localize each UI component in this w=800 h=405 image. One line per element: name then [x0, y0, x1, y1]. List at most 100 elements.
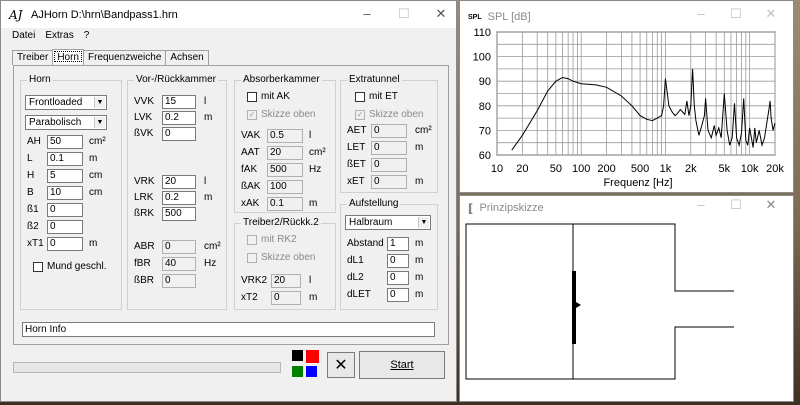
rk2-skizze-oben-checkbox[interactable] — [247, 253, 257, 263]
param-input[interactable]: 0 — [387, 254, 409, 268]
param-input[interactable]: 0.2 — [162, 191, 196, 205]
horn-type-combo[interactable]: Frontloaded ▼ — [25, 95, 107, 110]
param-label: VRK — [134, 176, 155, 187]
param-input[interactable]: 500 — [267, 163, 303, 177]
app-logo-icon: AJ — [9, 7, 23, 22]
start-label: Start — [390, 359, 414, 371]
param-input[interactable]: 40 — [162, 257, 196, 271]
param-input[interactable]: 0 — [371, 158, 407, 172]
param-label: xET — [347, 176, 365, 187]
menu-extras[interactable]: Extras — [45, 30, 73, 41]
param-input[interactable]: 0 — [47, 220, 83, 234]
param-input[interactable]: 0 — [371, 124, 407, 138]
spl-close-icon[interactable]: ✕ — [763, 6, 779, 22]
close-icon[interactable]: ✕ — [433, 6, 449, 22]
param-label: B — [27, 187, 34, 198]
mund-geschl-checkbox[interactable] — [33, 262, 43, 272]
param-input[interactable]: 0 — [47, 203, 83, 217]
param-input[interactable]: 15 — [162, 95, 196, 109]
param-input[interactable]: 1 — [387, 237, 409, 251]
swatch-green[interactable] — [292, 366, 303, 377]
cancel-button[interactable]: ✕ — [327, 352, 355, 378]
tab-achsen[interactable]: Achsen — [165, 50, 209, 65]
param-label: LRK — [134, 192, 154, 203]
driver-diaphragm — [572, 271, 576, 344]
minimize-icon[interactable]: – — [359, 6, 375, 21]
param-label: Abstand — [347, 238, 384, 249]
swatch-black[interactable] — [292, 350, 303, 361]
cancel-x-icon: ✕ — [334, 357, 348, 374]
param-input[interactable]: 0 — [162, 240, 196, 254]
spl-maximize-icon[interactable]: ☐ — [728, 6, 744, 22]
param-input[interactable]: 0 — [162, 274, 196, 288]
param-unit: m — [415, 272, 424, 283]
et-skizze-oben-checkbox[interactable]: ✓ — [355, 110, 365, 120]
param-input[interactable]: 0.1 — [47, 152, 83, 166]
param-input[interactable]: 0 — [47, 237, 83, 251]
chevron-down-icon[interactable]: ▼ — [94, 97, 105, 108]
param-unit: Hz — [204, 258, 217, 269]
ak-skizze-oben-label: Skizze oben — [261, 109, 316, 120]
tab-client-area: Horn Frontloaded ▼ Parabolisch ▼ AH 50 cm²… — [13, 65, 449, 345]
tab-frequenzweiche[interactable]: Frequenzweiche — [83, 50, 167, 65]
tab-horn[interactable]: Horn — [52, 49, 84, 64]
driver-cone — [576, 302, 581, 308]
param-input[interactable]: 0 — [162, 127, 196, 141]
param-input[interactable]: 20 — [162, 175, 196, 189]
param-input[interactable]: 5 — [47, 169, 83, 183]
param-input[interactable]: 10 — [47, 186, 83, 200]
et-skizze-oben-label: Skizze oben — [369, 109, 424, 120]
spl-minimize-icon[interactable]: – — [693, 6, 709, 21]
aufstellung-combo[interactable]: Halbraum ▼ — [345, 215, 431, 230]
param-input[interactable]: 0.2 — [162, 111, 196, 125]
param-label: L — [27, 153, 33, 164]
horn-info-field[interactable]: Horn Info — [22, 322, 435, 337]
swatch-red[interactable] — [306, 350, 319, 363]
horn-profile-combo[interactable]: Parabolisch ▼ — [25, 115, 107, 130]
param-label: ß2 — [27, 221, 39, 232]
param-input[interactable]: 500 — [162, 207, 196, 221]
mit-et-checkbox[interactable] — [355, 92, 365, 102]
mit-ak-checkbox[interactable] — [247, 92, 257, 102]
prinzipskizze-window: ⟦ Prinzipskizze – ☐ ✕ — [459, 195, 794, 402]
param-input[interactable]: 0 — [371, 141, 407, 155]
param-input[interactable]: 0 — [387, 271, 409, 285]
param-input[interactable]: 0.5 — [267, 129, 303, 143]
chevron-down-icon[interactable]: ▼ — [94, 117, 105, 128]
treiber2-title: Treiber2/Rückk.2 — [241, 217, 321, 228]
param-input[interactable]: 20 — [267, 146, 303, 160]
param-label: AH — [27, 136, 41, 147]
color-swatches[interactable] — [292, 350, 322, 380]
mit-rk2-checkbox[interactable] — [247, 235, 257, 245]
param-input[interactable]: 0 — [271, 291, 301, 305]
main-title: AJHorn D:\hrn\Bandpass1.hrn — [31, 8, 178, 21]
param-unit: m — [204, 192, 213, 203]
param-unit: cm² — [89, 136, 106, 147]
param-unit: m — [415, 176, 424, 187]
param-input[interactable]: 0.1 — [267, 197, 303, 211]
menu-datei[interactable]: Datei — [12, 30, 35, 41]
tab-treiber[interactable]: Treiber — [12, 50, 54, 65]
param-input[interactable]: 100 — [267, 180, 303, 194]
mit-et-label: mit ET — [369, 91, 398, 102]
param-input[interactable]: 50 — [47, 135, 83, 149]
swatch-blue[interactable] — [306, 366, 317, 377]
menu-help[interactable]: ? — [84, 30, 90, 41]
param-label: LVK — [134, 112, 153, 123]
param-unit: l — [204, 96, 207, 107]
param-label: dLET — [347, 289, 371, 300]
rk2-skizze-oben-label: Skizze oben — [261, 252, 316, 263]
chevron-down-icon[interactable]: ▼ — [418, 217, 429, 228]
param-input[interactable]: 20 — [271, 274, 301, 288]
spl-titlebar: SPL SPL [dB] – ☐ ✕ — [460, 1, 793, 33]
ak-skizze-oben-checkbox[interactable]: ✓ — [247, 110, 257, 120]
param-label: dL1 — [347, 255, 364, 266]
vor-rueckkammer-title: Vor-/Rückkammer — [134, 74, 219, 85]
start-button[interactable]: Start — [359, 351, 445, 379]
param-input[interactable]: 0 — [387, 288, 409, 302]
param-input[interactable]: 0 — [371, 175, 407, 189]
spl-app-icon: SPL — [468, 13, 482, 21]
maximize-icon[interactable]: ☐ — [396, 6, 412, 22]
param-unit: m — [309, 292, 318, 303]
param-unit: Hz — [309, 164, 322, 175]
